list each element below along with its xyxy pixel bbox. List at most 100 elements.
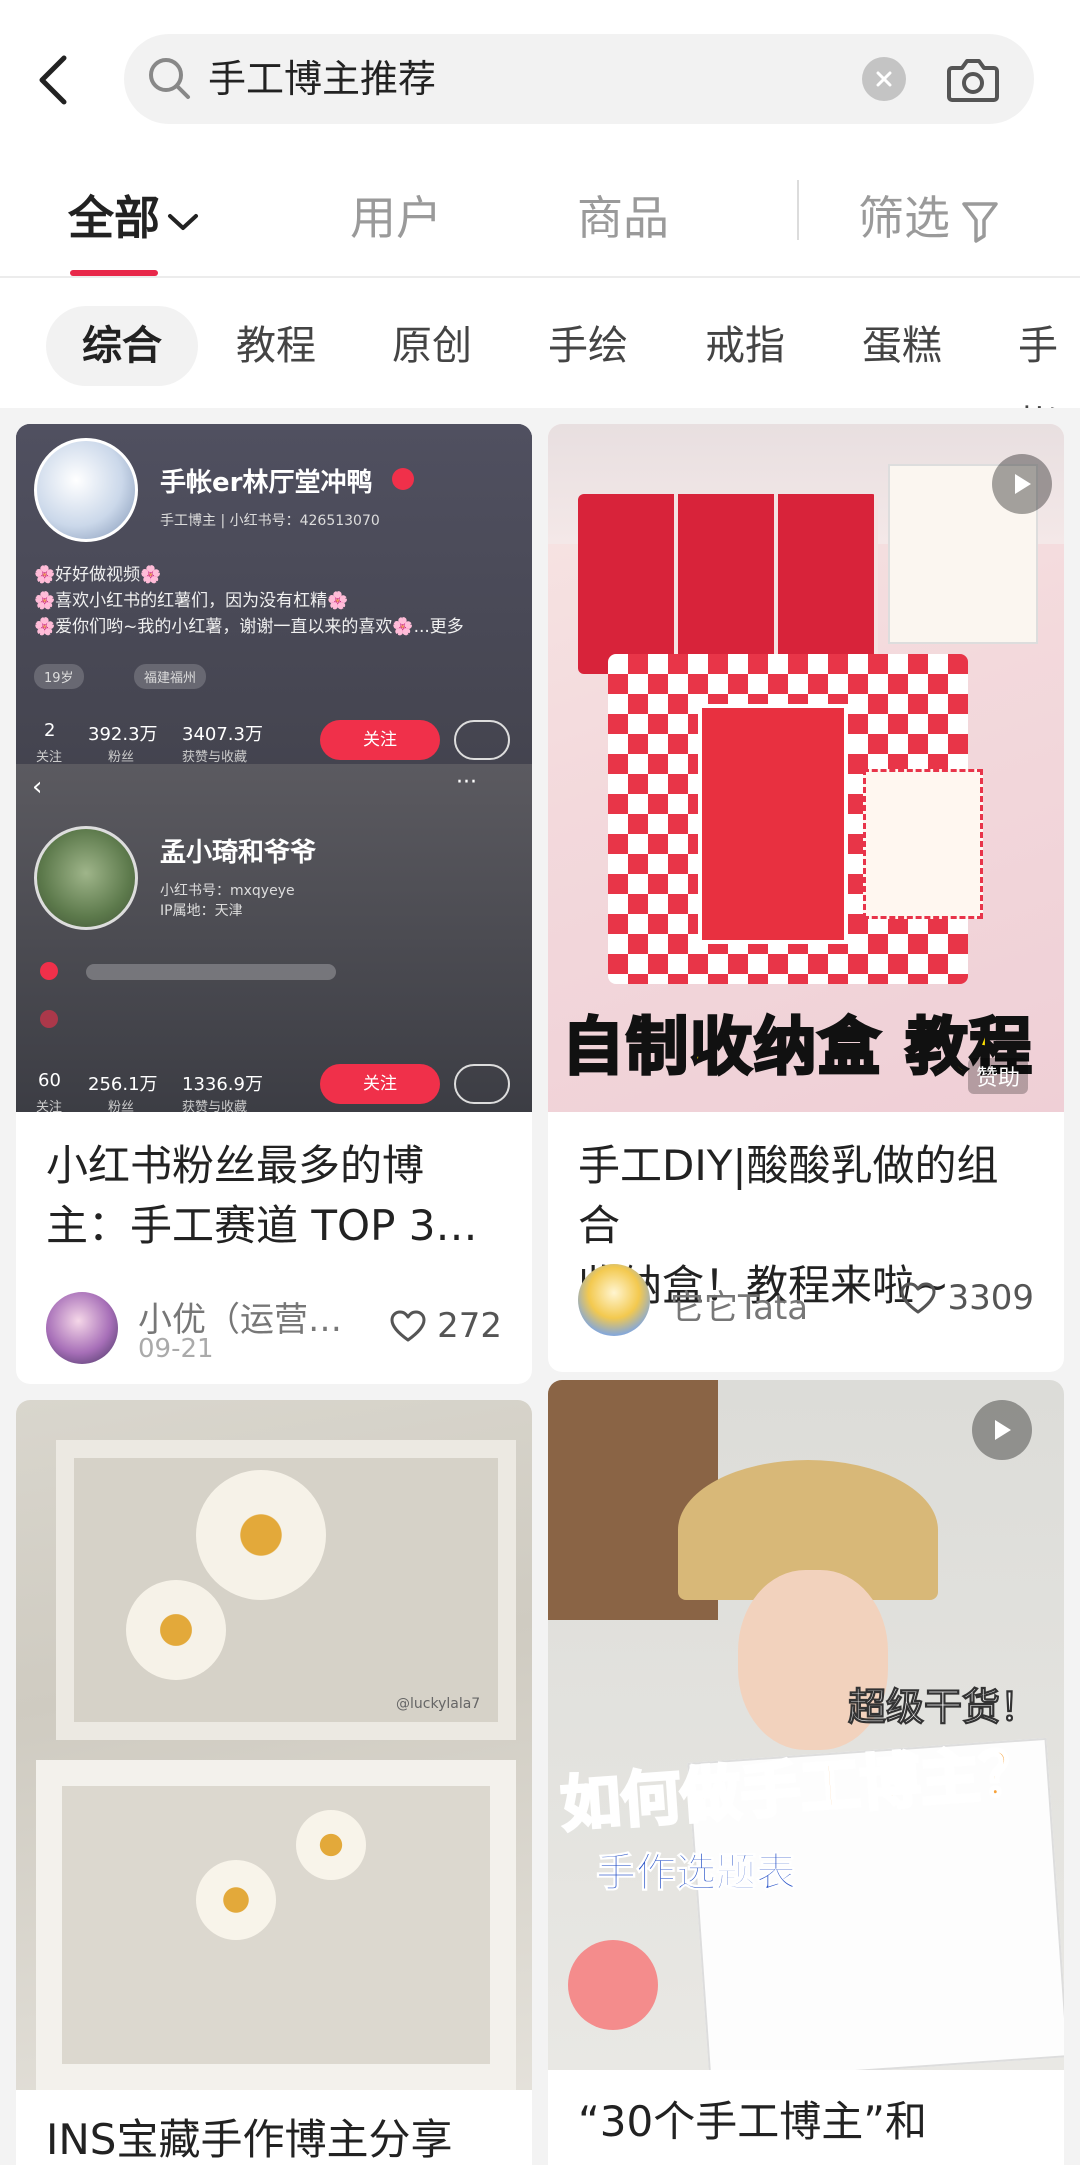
follow-button: 关注: [320, 720, 440, 760]
note-meta: 它它Tata 3309: [578, 1264, 1034, 1344]
chip-ring[interactable]: 戒指: [705, 306, 785, 386]
note-title: “30个手工博主”和: [578, 2092, 1034, 2152]
note-card[interactable]: 手帐er林厅堂冲鸭 手工博主 | 小红书号：426513070 🌸好好做视频🌸 …: [16, 424, 532, 1384]
tab-divider: [797, 180, 799, 240]
verified-badge-icon: [392, 468, 414, 490]
tab-all[interactable]: 全部: [68, 160, 200, 276]
embroidery-frame-2: [36, 1760, 516, 2090]
chevron-down-icon: [168, 213, 198, 230]
like-count: 272: [437, 1306, 502, 1346]
back-arrow-icon: ‹: [32, 772, 43, 802]
top-bar: 手工博主推荐: [0, 0, 1080, 160]
like-count: 3309: [947, 1278, 1034, 1318]
stat-value: 256.1万: [88, 1074, 158, 1095]
note-cover-image: 手帐er林厅堂冲鸭 手工博主 | 小红书号：426513070 🌸好好做视频🌸 …: [16, 424, 532, 1112]
stat-label: 关注: [36, 750, 63, 765]
chip-handbook[interactable]: 手帐: [1018, 306, 1080, 408]
heart-hand-sticker: [568, 1940, 658, 2030]
heart-icon: [900, 1282, 936, 1314]
avatar: [34, 438, 138, 542]
chip-original[interactable]: 原创: [392, 306, 472, 386]
chip-handdrawn[interactable]: 手绘: [548, 306, 628, 386]
note-cover-image: 超级干货！ 如何做手工博主？ 手作选题表: [548, 1380, 1064, 2070]
author-avatar[interactable]: [578, 1264, 650, 1336]
profile-screenshot-1: 手帐er林厅堂冲鸭 手工博主 | 小红书号：426513070 🌸好好做视频🌸 …: [16, 424, 532, 765]
note-card[interactable]: @luckylala7 INS宝藏手作博主分享: [16, 1400, 532, 2165]
stat-value: 2: [44, 720, 56, 741]
search-box[interactable]: 手工博主推荐: [124, 34, 1034, 124]
clear-search-button[interactable]: [862, 57, 906, 101]
note-title-line: 手工DIY|酸酸乳做的组合: [578, 1141, 999, 1250]
tab-goods[interactable]: 商品: [577, 160, 669, 276]
back-button[interactable]: [28, 50, 78, 110]
note-title-line: 主：手工赛道 TOP 3…: [46, 1201, 478, 1250]
avatar: [34, 826, 138, 930]
note-card[interactable]: 超级干货！ 如何做手工博主？ 手作选题表 “30个手工博主”和: [548, 1380, 1064, 2165]
tag-icon: [40, 962, 58, 980]
tab-label: 全部: [68, 191, 160, 245]
profile-bio-line: 🌸喜欢小红书的红薯们，因为没有杠精🌸: [34, 591, 349, 611]
video-badge: [992, 454, 1052, 514]
note-cover-image: @luckylala7: [16, 1400, 532, 2090]
play-icon: [1015, 474, 1031, 494]
note-title-line: 小红书粉丝最多的博: [46, 1141, 425, 1190]
post-date: 09-21: [138, 1334, 214, 1364]
message-button: [454, 1064, 510, 1104]
flower-embroidery: [126, 1580, 226, 1680]
profile-subtitle: IP属地：天津: [160, 903, 243, 919]
more-icon: ···: [456, 770, 477, 795]
watermark: @luckylala7: [396, 1696, 481, 1712]
note-meta: 小优（运营… 09-21 272: [46, 1292, 502, 1372]
milk-cartons: [578, 494, 878, 674]
profile-subtitle: 小红书号：mxqyeye: [160, 883, 295, 899]
note-cover-image: 自制收纳盒 教程 赞助: [548, 424, 1064, 1112]
like-button[interactable]: 272: [389, 1306, 502, 1346]
close-icon: [876, 71, 892, 87]
note-title-line: “30个手工博主”和: [578, 2097, 927, 2146]
chip-cake[interactable]: 蛋糕: [862, 306, 942, 386]
tab-users[interactable]: 用户: [350, 160, 442, 276]
like-button[interactable]: 3309: [899, 1278, 1034, 1318]
search-tabs: 全部 用户 商品 筛选: [0, 160, 1080, 278]
category-chips: 综合 教程 原创 手绘 戒指 蛋糕 手帐: [0, 278, 1080, 408]
author-name[interactable]: 它它Tata: [670, 1280, 808, 1329]
active-tab-indicator: [70, 270, 158, 276]
filter-button[interactable]: 筛选: [858, 160, 1000, 276]
tag-icon: [40, 1010, 58, 1028]
profile-name: 手帐er林厅堂冲鸭: [160, 468, 373, 498]
profile-screenshot-2: ‹ ··· 孟小琦和爷爷 小红书号：mxqyeye IP属地：天津 60 关注 …: [16, 764, 532, 1112]
sponsor-label: 赞助: [968, 1058, 1029, 1094]
flower-embroidery: [296, 1810, 366, 1880]
cover-overlay-text: 超级干货！: [847, 1685, 1039, 1730]
profile-tag: 福建福州: [134, 664, 207, 689]
chip-comprehensive[interactable]: 综合: [46, 306, 198, 386]
flower-embroidery: [196, 1470, 326, 1600]
filter-funnel-icon: [962, 201, 998, 243]
follow-button: 关注: [320, 1064, 440, 1104]
play-icon: [995, 1420, 1011, 1440]
camera-search-icon[interactable]: [944, 50, 1002, 108]
profile-tag: 19岁: [34, 664, 84, 689]
stat-label: 获赞与收藏: [182, 750, 248, 765]
stat-label: 关注: [36, 1100, 63, 1112]
stat-value: 392.3万: [88, 724, 158, 745]
note-title: INS宝藏手作博主分享: [46, 2110, 502, 2165]
chip-tutorial[interactable]: 教程: [236, 306, 316, 386]
stat-value: 60: [38, 1070, 61, 1091]
cover-overlay-text: 自制收纳盒 教程: [561, 1009, 1034, 1085]
profile-bio-line: 🌸爱你们哟~我的小红薯，谢谢一直以来的喜欢🌸...更多: [34, 617, 464, 637]
note-title: 小红书粉丝最多的博 主：手工赛道 TOP 3…: [46, 1136, 502, 1256]
note-card[interactable]: 自制收纳盒 教程 赞助 手工DIY|酸酸乳做的组合 收纳盒！教程来啦~ 它它Ta…: [548, 424, 1064, 1372]
video-badge: [972, 1400, 1032, 1460]
search-icon: [149, 58, 190, 99]
stat-value: 1336.9万: [182, 1074, 263, 1095]
flower-embroidery: [196, 1860, 276, 1940]
blurred-bio: [86, 964, 336, 980]
stat-label: 粉丝: [108, 750, 135, 765]
note-title-line: INS宝藏手作博主分享: [46, 2115, 453, 2164]
stat-label: 获赞与收藏: [182, 1100, 248, 1112]
gift-card: [863, 769, 983, 919]
back-arrow-icon: [39, 55, 67, 105]
search-input[interactable]: 手工博主推荐: [208, 34, 436, 124]
author-avatar[interactable]: [46, 1292, 118, 1364]
